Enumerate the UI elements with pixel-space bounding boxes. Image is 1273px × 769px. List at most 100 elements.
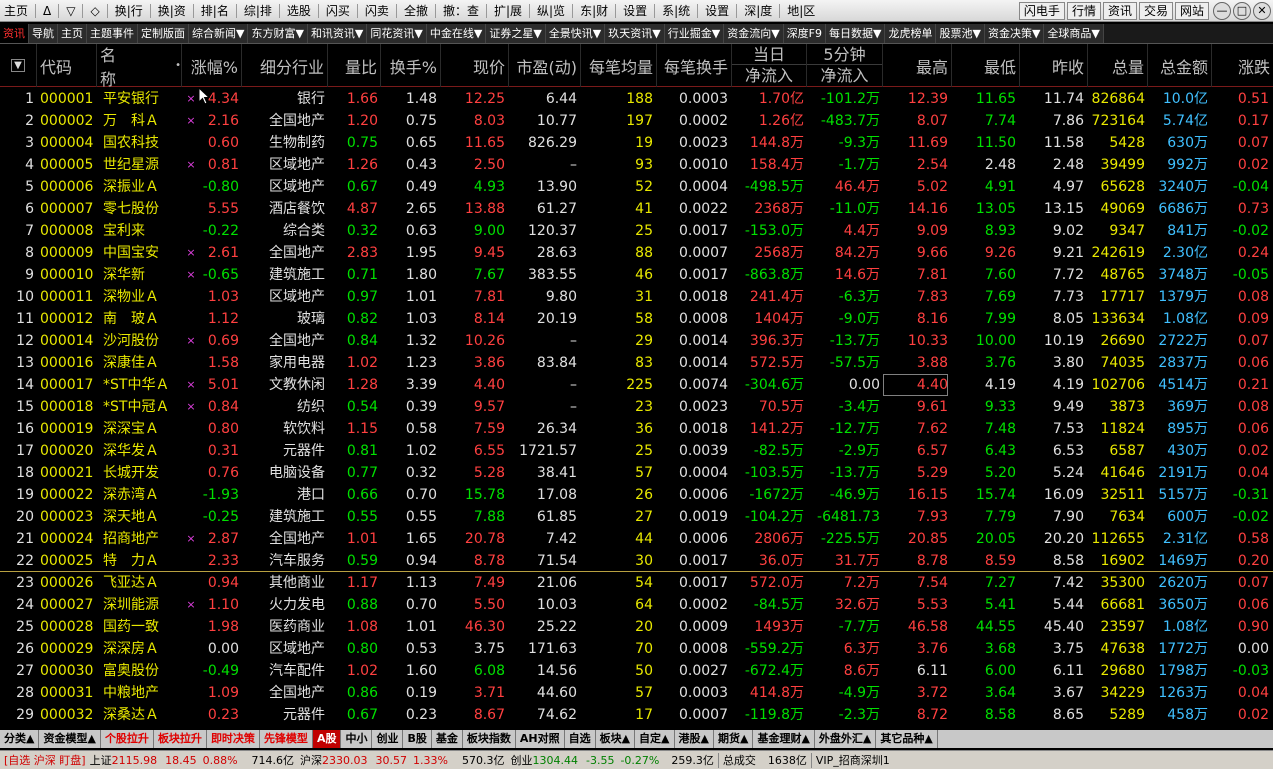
market-tab[interactable]: 先锋模型 — [260, 730, 313, 748]
news-tab[interactable]: 主题事件 — [87, 24, 138, 43]
header-5min-inflow[interactable]: 5分钟 净流入 — [807, 44, 883, 87]
header-total-vol[interactable]: 总量 — [1088, 44, 1148, 87]
table-row[interactable]: 13 000016 深康佳Ａ 1.58 家用电器 1.02 1.23 3.86 83.84 83 0… — [0, 352, 1273, 374]
close-icon[interactable]: ✕ — [1253, 2, 1271, 20]
header-avg-qty[interactable]: 每笔均量 — [581, 44, 657, 87]
header-industry[interactable]: 细分行业 — [242, 44, 328, 87]
table-row[interactable]: 3 000004 国农科技 0.60 生物制药 0.75 0.65 11.65 826.29 19… — [0, 132, 1273, 154]
market-tab[interactable]: 板块指数 — [463, 730, 516, 748]
menu-item[interactable]: Δ — [39, 0, 55, 22]
market-tab[interactable]: 港股▲ — [675, 730, 714, 748]
news-tab[interactable]: 资金决策▼ — [984, 24, 1045, 43]
table-row[interactable]: 7 000008 宝利来 -0.22 综合类 0.32 0.63 9.00 120.37 25 0.… — [0, 220, 1273, 242]
news-tab[interactable]: 和讯资讯▼ — [307, 24, 368, 43]
table-row[interactable]: 28 000031 中粮地产 1.09 全国地产 0.86 0.19 3.71 44.60 57 0… — [0, 682, 1273, 704]
table-row[interactable]: 6 000007 零七股份 5.55 酒店餐饮 4.87 2.65 13.88 61.27 41 0… — [0, 198, 1273, 220]
news-tab[interactable]: 东方财富▼ — [248, 24, 308, 43]
menu-right-button[interactable]: 闪电手 — [1018, 2, 1065, 20]
news-tab[interactable]: 同花资讯▼ — [367, 24, 427, 43]
menu-right-button[interactable]: 资讯 — [1102, 2, 1137, 20]
menu-item[interactable]: 纵|览 — [533, 0, 569, 22]
menu-item[interactable]: 闪卖 — [361, 0, 393, 22]
news-tab[interactable]: 定制版面 — [138, 24, 189, 43]
market-tab[interactable]: 外盘外汇▲ — [815, 730, 877, 748]
table-row[interactable]: 23 000026 飞亚达Ａ 0.94 其他商业 1.17 1.13 7.49 21.06 54 0… — [0, 572, 1273, 594]
news-tab[interactable]: 股票池▼ — [936, 24, 985, 43]
market-tab[interactable]: A股 — [312, 730, 342, 748]
menu-item[interactable]: 撤：查 — [439, 0, 483, 22]
menu-right-button[interactable]: 行情 — [1066, 2, 1101, 20]
market-tab[interactable]: 板块▲ — [596, 730, 636, 748]
news-tab[interactable]: 导航 — [29, 24, 58, 43]
table-row[interactable]: 22 000025 特 力Ａ 2.33 汽车服务 0.59 0.94 8.78 71.54 30 0… — [0, 550, 1273, 572]
market-tab[interactable]: B股 — [403, 730, 432, 748]
header-pct[interactable]: 涨幅% — [182, 44, 242, 87]
market-tab[interactable]: 板块拉升 — [154, 730, 207, 748]
news-tab[interactable]: 证券之星▼ — [486, 24, 546, 43]
table-row[interactable]: 20 000023 深天地Ａ -0.25 建筑施工 0.55 0.55 7.88 61.85 27… — [0, 506, 1273, 528]
table-row[interactable]: 26 000029 深深房Ａ 0.00 区域地产 0.80 0.53 3.75 171.63 70… — [0, 638, 1273, 660]
menu-item[interactable]: ◇ — [86, 0, 103, 22]
news-tab[interactable]: 资金流向▼ — [724, 24, 784, 43]
table-row[interactable]: 9 000010 深华新 × -0.65 建筑施工 0.71 1.80 7.67 383.55 46… — [0, 264, 1273, 286]
header-total-amt[interactable]: 总金额 — [1148, 44, 1212, 87]
market-tab[interactable]: 中小 — [341, 730, 373, 748]
header-code[interactable]: 代码 — [37, 44, 97, 87]
menu-item[interactable]: 换|行 — [111, 0, 147, 22]
news-tab[interactable]: 主页 — [58, 24, 87, 43]
table-row[interactable]: 2 000002 万 科Ａ × 2.16 全国地产 1.20 0.75 8.03 10.77 197… — [0, 110, 1273, 132]
news-tab[interactable]: 龙虎榜单 — [885, 24, 937, 43]
market-tab[interactable]: 自选 — [565, 730, 596, 748]
menu-item[interactable]: 排|名 — [197, 0, 233, 22]
table-row[interactable]: 5 000006 深振业Ａ -0.80 区域地产 0.67 0.49 4.93 13.90 52 0… — [0, 176, 1273, 198]
table-row[interactable]: 16 000019 深深宝Ａ 0.80 软饮料 1.15 0.58 7.59 26.34 36 0.… — [0, 418, 1273, 440]
menu-item[interactable]: 闪买 — [322, 0, 354, 22]
table-row[interactable]: 24 000027 深圳能源 × 1.10 火力发电 0.88 0.70 5.50 10.03 64… — [0, 594, 1273, 616]
menu-item[interactable]: 扩|展 — [490, 0, 526, 22]
news-tab[interactable]: 资讯 — [0, 24, 29, 43]
header-low[interactable]: 最低 — [952, 44, 1020, 87]
table-row[interactable]: 29 000032 深桑达Ａ 0.23 元器件 0.67 0.23 8.67 74.62 17 0.… — [0, 704, 1273, 726]
market-tab[interactable]: AH对照 — [516, 730, 565, 748]
header-price[interactable]: 现价 — [441, 44, 509, 87]
menu-item[interactable]: 全撤 — [400, 0, 432, 22]
menu-item[interactable]: 地|区 — [783, 0, 819, 22]
header-pe[interactable]: 市盈(动) — [509, 44, 581, 87]
table-row[interactable]: 14 000017 *ST中华Ａ × 5.01 文教休闲 1.28 3.39 4.40 – 225 0… — [0, 374, 1273, 396]
menu-item[interactable]: 东|财 — [576, 0, 612, 22]
menu-item[interactable]: 主页 — [0, 0, 32, 22]
header-turnover[interactable]: 换手% — [381, 44, 441, 87]
market-tab[interactable]: 期货▲ — [714, 730, 754, 748]
news-tab[interactable]: 深度F9 — [783, 24, 827, 43]
table-row[interactable]: 11 000012 南 玻Ａ 1.12 玻璃 0.82 1.03 8.14 20.19 58 0.0… — [0, 308, 1273, 330]
market-tab[interactable]: 即时决策 — [207, 730, 260, 748]
news-tab[interactable]: 每日数据▼ — [826, 24, 886, 43]
header-today-inflow[interactable]: 当日 净流入 — [732, 44, 807, 87]
header-high[interactable]: 最高 — [883, 44, 952, 87]
header-prev-close[interactable]: 昨收 — [1020, 44, 1088, 87]
restore-icon[interactable]: □ — [1233, 2, 1251, 20]
menu-item[interactable]: 选股 — [283, 0, 315, 22]
news-tab[interactable]: 玖天资讯▼ — [605, 24, 665, 43]
table-row[interactable]: 12 000014 沙河股份 × 0.69 全国地产 0.84 1.32 10.26 – 29 0.0… — [0, 330, 1273, 352]
menu-item[interactable]: 系|统 — [658, 0, 694, 22]
news-tab[interactable]: 综合新闻▼ — [189, 24, 249, 43]
menu-item[interactable]: 换|资 — [154, 0, 190, 22]
table-row[interactable]: 1 000001 平安银行 × 4.34 银行 1.66 1.48 12.25 6.44 188 0.… — [0, 88, 1273, 110]
table-row[interactable]: 21 000024 招商地产 × 2.87 全国地产 1.01 1.65 20.78 7.42 44… — [0, 528, 1273, 550]
market-tab[interactable]: 创业 — [372, 730, 404, 748]
news-tab[interactable]: 行业掘金▼ — [664, 24, 725, 43]
table-row[interactable]: 15 000018 *ST中冠Ａ × 0.84 纺织 0.54 0.39 9.57 – 23 0.00… — [0, 396, 1273, 418]
news-tab[interactable]: 全球商品▼ — [1044, 24, 1104, 43]
menu-item[interactable]: 设置 — [701, 0, 733, 22]
menu-item[interactable]: 设置 — [619, 0, 651, 22]
sort-icon[interactable]: ▼ — [0, 44, 37, 87]
market-tab[interactable]: 个股拉升 — [101, 730, 154, 748]
table-row[interactable]: 27 000030 富奥股份 -0.49 汽车配件 1.02 1.60 6.08 14.56 50… — [0, 660, 1273, 682]
table-row[interactable]: 4 000005 世纪星源 × 0.81 区域地产 1.26 0.43 2.50 – 93 0.001… — [0, 154, 1273, 176]
menu-item[interactable]: 深|度 — [740, 0, 776, 22]
table-row[interactable]: 18 000021 长城开发 0.76 电脑设备 0.77 0.32 5.28 38.41 57 0… — [0, 462, 1273, 484]
table-row[interactable]: 8 000009 中国宝安 × 2.61 全国地产 2.83 1.95 9.45 28.63 88 0… — [0, 242, 1273, 264]
market-tab[interactable]: 资金模型▲ — [39, 730, 101, 748]
header-vol-ratio[interactable]: 量比 — [328, 44, 381, 87]
